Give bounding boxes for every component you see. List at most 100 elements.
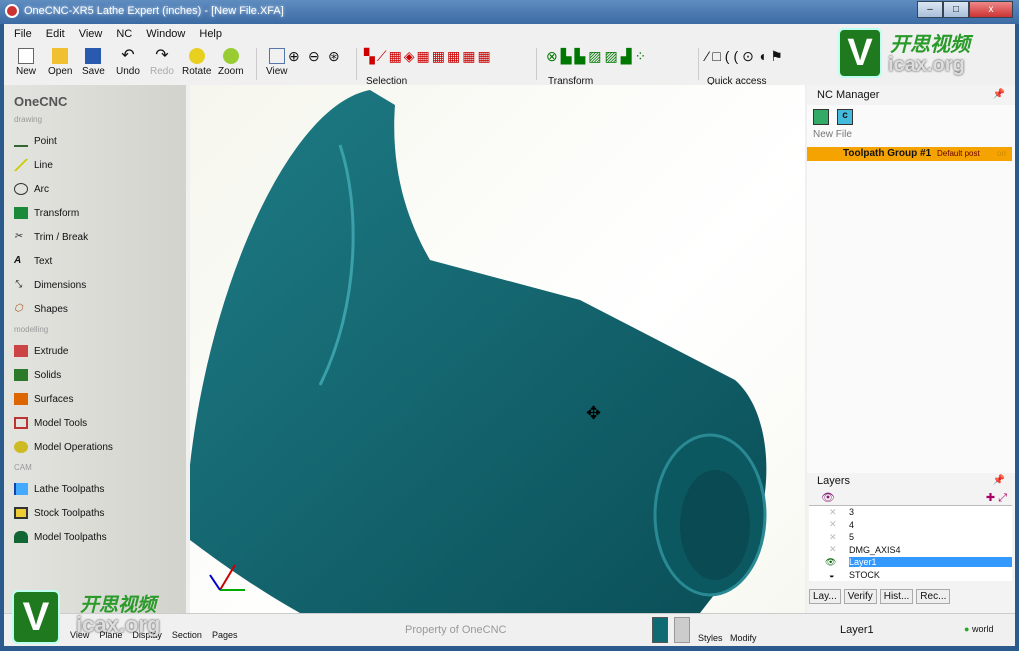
nc-manager-title: NC Manager bbox=[817, 89, 880, 101]
new-button[interactable]: New bbox=[16, 48, 36, 77]
dimensions-icon: ⤡ bbox=[14, 279, 22, 290]
layers-pin-icon[interactable]: 📌 bbox=[993, 475, 1005, 486]
zoom-button[interactable]: Zoom bbox=[218, 48, 244, 77]
sidebar-item-shapes[interactable]: ⬡ Shapes bbox=[4, 297, 186, 321]
rotate-button[interactable]: Rotate bbox=[182, 48, 211, 77]
close-button[interactable]: x bbox=[969, 1, 1013, 18]
visible-eye-icon[interactable]: 👁 bbox=[809, 557, 849, 568]
sidebar-item-model-toolpaths[interactable]: Model Toolpaths bbox=[4, 525, 186, 549]
sidebar-item-dimensions[interactable]: ⤡ Dimensions bbox=[4, 273, 186, 297]
nc-toolbar: c bbox=[807, 105, 1015, 129]
selection-icons[interactable]: ▚⟋▦◈▦▦▦▦▦ bbox=[364, 48, 524, 65]
tab-records[interactable]: Rec... bbox=[916, 589, 951, 604]
sidebar-item-surfaces[interactable]: Surfaces bbox=[4, 387, 186, 411]
scissors-icon: ✂ bbox=[14, 231, 23, 242]
modify-button[interactable]: Modify bbox=[730, 633, 757, 643]
3d-viewport[interactable]: ✥ bbox=[190, 85, 805, 613]
nc-c-icon[interactable]: c bbox=[837, 109, 853, 125]
styles-button[interactable]: Styles bbox=[698, 633, 723, 643]
section-modelling: modelling bbox=[14, 325, 49, 334]
save-icon bbox=[85, 48, 102, 64]
layers-list: ✕ 3 ✕ 4 ✕ 5 ✕ DMG_AXIS4 👁 Layer1 ◒ STOCK bbox=[809, 505, 1012, 581]
sidebar-item-lathe-toolpaths[interactable]: Lathe Toolpaths bbox=[4, 477, 186, 501]
save-button[interactable]: Save bbox=[82, 48, 105, 77]
menu-view[interactable]: View bbox=[79, 28, 103, 46]
sidebar-item-arc[interactable]: Arc bbox=[4, 177, 186, 201]
quick-access-icons[interactable]: ⁄□((⊙◖⚑ bbox=[706, 48, 836, 65]
zoom-fit-icon[interactable]: ⊛ bbox=[328, 48, 340, 65]
extrude-icon bbox=[14, 345, 28, 357]
redo-icon: ↷ bbox=[155, 47, 169, 64]
menu-edit[interactable]: Edit bbox=[46, 28, 65, 46]
stock-toolpaths-icon bbox=[14, 507, 28, 519]
sidebar-item-model-operations[interactable]: Model Operations bbox=[4, 435, 186, 459]
sidebar-item-transform[interactable]: Transform bbox=[4, 201, 186, 225]
eye-icon[interactable]: 👁 bbox=[821, 492, 835, 504]
menu-help[interactable]: Help bbox=[199, 28, 222, 46]
layer-row[interactable]: ✕ 3 bbox=[809, 506, 1012, 519]
menu-file[interactable]: File bbox=[14, 28, 32, 46]
undo-icon: ↶ bbox=[121, 47, 135, 64]
menu-window[interactable]: Window bbox=[146, 28, 185, 46]
sidebar-item-solids[interactable]: Solids bbox=[4, 363, 186, 387]
sidebar: OneCNC drawing Point Line Arc Transform … bbox=[4, 85, 186, 613]
property-text: Property of OneCNC bbox=[405, 624, 507, 636]
line-icon bbox=[14, 159, 28, 171]
toolpath-group-label: Toolpath Group #1 bbox=[843, 148, 932, 159]
current-layer: Layer1 bbox=[840, 624, 874, 636]
toolpath-group-row[interactable]: Toolpath Group #1 Default post on bbox=[807, 147, 1012, 161]
lathe-part-model: ✥ bbox=[190, 90, 767, 613]
color-swatch-primary[interactable] bbox=[652, 617, 668, 643]
section-drawing: drawing bbox=[14, 115, 43, 124]
tab-history[interactable]: Hist... bbox=[879, 589, 914, 604]
status-pages-button[interactable]: Pages bbox=[212, 630, 238, 640]
nc-post-icon[interactable] bbox=[813, 109, 829, 125]
minimize-button[interactable]: – bbox=[917, 1, 943, 18]
nc-manager-header: NC Manager 📌 bbox=[807, 85, 1015, 105]
tab-layers[interactable]: Lay... bbox=[809, 589, 841, 604]
zoom-out-icon[interactable]: ⊖ bbox=[308, 48, 320, 65]
hexagon-icon: ⬡ bbox=[14, 303, 23, 314]
status-section-button[interactable]: Section bbox=[172, 630, 202, 640]
zoom-label: Zoom bbox=[218, 66, 244, 77]
layer-row[interactable]: ✕ 5 bbox=[809, 531, 1012, 544]
open-button[interactable]: Open bbox=[48, 48, 72, 77]
layer-row[interactable]: ◒ STOCK bbox=[809, 569, 1012, 582]
arc-icon bbox=[14, 183, 28, 195]
layer-row[interactable]: ✕ 4 bbox=[809, 519, 1012, 532]
lathe-toolpaths-icon bbox=[14, 483, 28, 495]
redo-button[interactable]: ↷ Redo bbox=[150, 47, 174, 78]
layer-row[interactable]: ✕ DMG_AXIS4 bbox=[809, 544, 1012, 557]
layer-row-selected[interactable]: 👁 Layer1 bbox=[809, 556, 1012, 569]
add-layer-icon[interactable]: ✚ ⤢ bbox=[986, 491, 1007, 505]
maximize-button[interactable]: □ bbox=[943, 1, 969, 18]
cursor-move-icon: ✥ bbox=[586, 403, 601, 423]
watermark-site-bottom: icax.org bbox=[76, 612, 161, 637]
app-icon[interactable] bbox=[5, 4, 19, 18]
coord-system[interactable]: ● world bbox=[964, 624, 993, 634]
view-label: View bbox=[266, 66, 288, 77]
view-button[interactable]: View bbox=[266, 48, 288, 77]
menu-nc[interactable]: NC bbox=[116, 28, 132, 46]
right-panel: NC Manager 📌 c New File Toolpath Group #1… bbox=[807, 85, 1015, 613]
point-icon bbox=[14, 135, 28, 147]
color-swatch-secondary[interactable] bbox=[674, 617, 690, 643]
transform-icons[interactable]: ⊗▙▙▨▨▟⁘ bbox=[546, 48, 686, 65]
sidebar-item-model-tools[interactable]: Model Tools bbox=[4, 411, 186, 435]
tab-verify[interactable]: Verify bbox=[843, 589, 877, 604]
new-file-icon bbox=[18, 48, 34, 64]
watermark-logo-bottom: V bbox=[12, 590, 60, 644]
sidebar-item-trim-break[interactable]: ✂ Trim / Break bbox=[4, 225, 186, 249]
pin-icon[interactable]: 📌 bbox=[993, 89, 1005, 100]
zoom-in-icon[interactable]: ⊕ bbox=[288, 48, 300, 65]
sidebar-item-line[interactable]: Line bbox=[4, 153, 186, 177]
sidebar-item-point[interactable]: Point bbox=[4, 129, 186, 153]
rotate-icon bbox=[188, 48, 205, 64]
undo-button[interactable]: ↶ Undo bbox=[116, 47, 140, 78]
sidebar-item-text[interactable]: A Text bbox=[4, 249, 186, 273]
sidebar-item-extrude[interactable]: Extrude bbox=[4, 339, 186, 363]
transform-icon bbox=[14, 207, 28, 219]
save-label: Save bbox=[82, 66, 105, 77]
sidebar-item-stock-toolpaths[interactable]: Stock Toolpaths bbox=[4, 501, 186, 525]
watermark-site: icax.org bbox=[888, 54, 965, 76]
